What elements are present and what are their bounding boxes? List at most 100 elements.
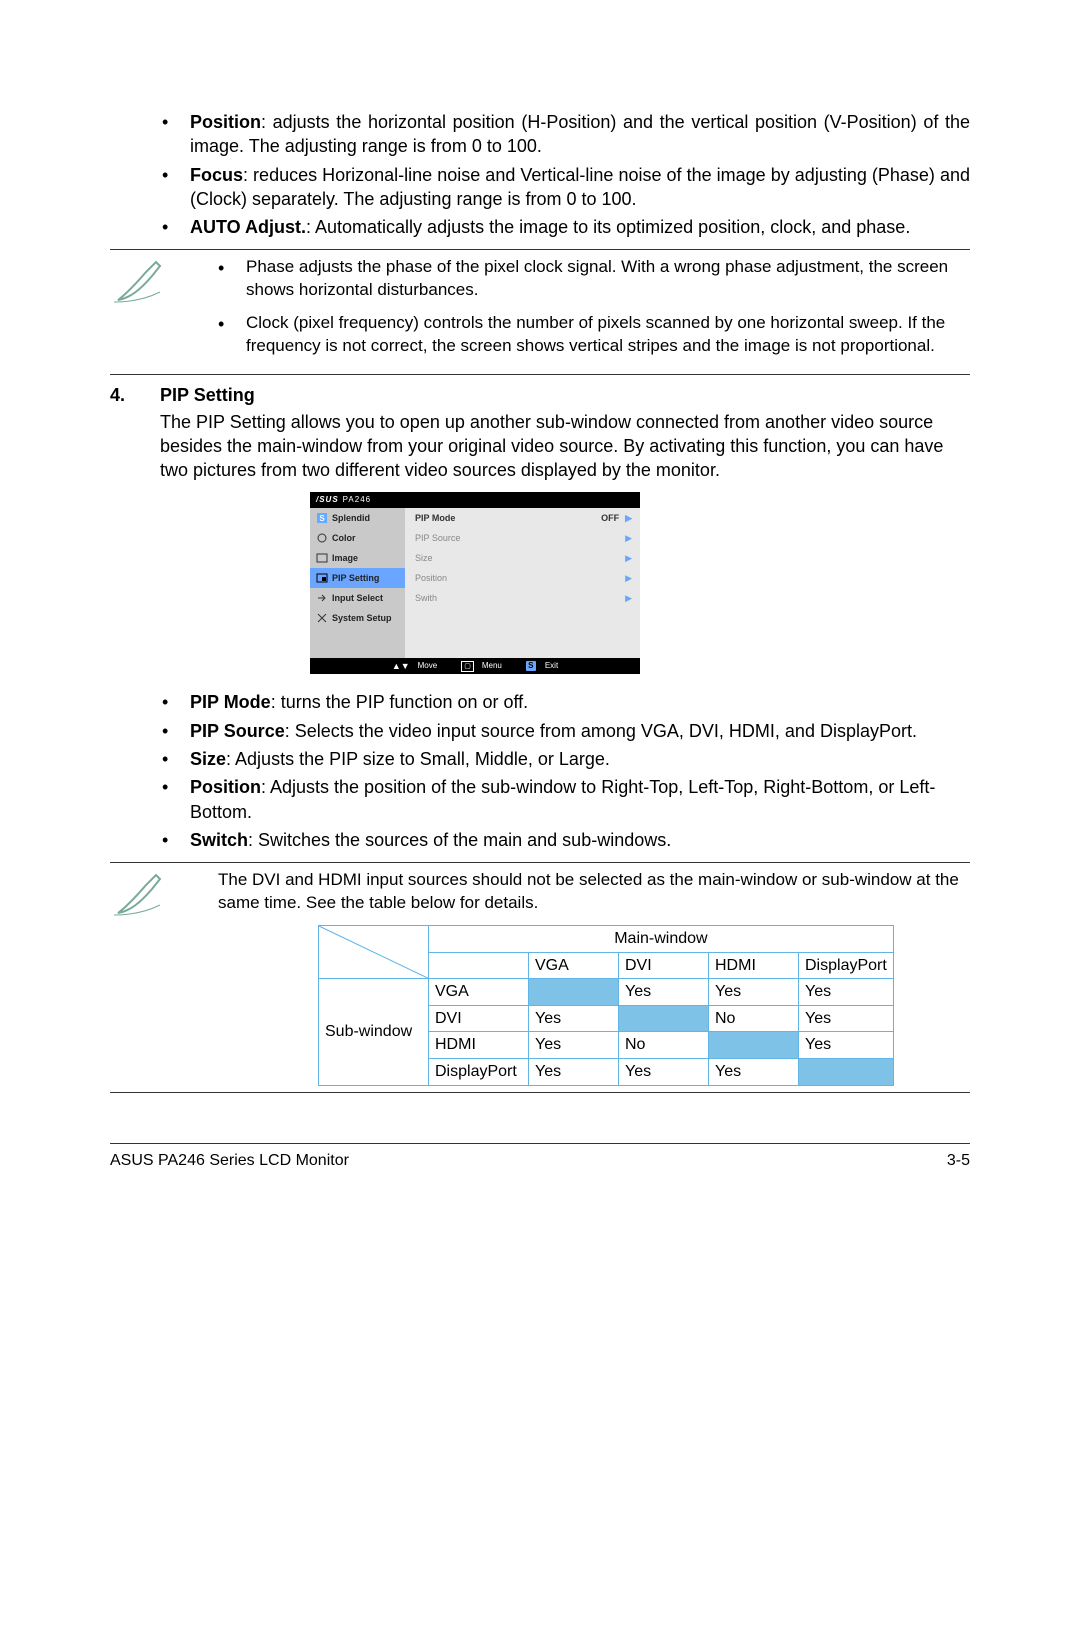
- chevron-right-icon: ▶: [625, 532, 640, 544]
- page-footer: ASUS PA246 Series LCD Monitor 3-5: [110, 1144, 970, 1172]
- table-cell: Yes: [799, 979, 894, 1006]
- table-row-header: DisplayPort: [429, 1059, 529, 1086]
- osd-right-item-switch: Swith▶: [405, 588, 640, 608]
- bullet-icon: •: [162, 215, 190, 239]
- note-block-phase-clock: • Phase adjusts the phase of the pixel c…: [110, 256, 970, 368]
- table-cell: Yes: [529, 1005, 619, 1032]
- bullet-icon: •: [162, 163, 190, 212]
- osd-left-item-splendid: SSplendid: [310, 508, 405, 528]
- bullet-icon: •: [218, 312, 246, 358]
- bullet-icon: •: [218, 256, 246, 302]
- bullet-item: •PIP Mode: turns the PIP function on or …: [162, 690, 970, 714]
- bullet-icon: •: [162, 719, 190, 743]
- footer-left: ASUS PA246 Series LCD Monitor: [110, 1150, 349, 1172]
- color-icon: [316, 532, 328, 544]
- note-text: The DVI and HDMI input sources should no…: [218, 869, 970, 915]
- osd-hint-menu: ▢Menu: [455, 661, 508, 672]
- bullet-list-image-settings: • Position: adjusts the horizontal posit…: [162, 110, 970, 239]
- bullet-text: AUTO Adjust.: Automatically adjusts the …: [190, 215, 970, 239]
- table-sub-header: Sub-window: [319, 979, 429, 1085]
- osd-titlebar: /SUS PA246: [310, 492, 640, 508]
- table-cell: Yes: [529, 1032, 619, 1059]
- osd-right-item-pip-source: PIP Source▶: [405, 528, 640, 548]
- table-main-header: Main-window: [429, 926, 894, 953]
- image-icon: [316, 552, 328, 564]
- table-col-header: VGA: [529, 952, 619, 979]
- note-block-pip-compat: The DVI and HDMI input sources should no…: [110, 869, 970, 1085]
- note-text: Clock (pixel frequency) controls the num…: [246, 312, 970, 358]
- section-pip-setting: 4. PIP Setting The PIP Setting allows yo…: [110, 383, 970, 686]
- table-cell: Yes: [799, 1032, 894, 1059]
- osd-left-menu: SSplendid Color Image PIP Setting Input …: [310, 508, 405, 658]
- bullet-item: •Size: Adjusts the PIP size to Small, Mi…: [162, 747, 970, 771]
- osd-right-panel: PIP ModeOFF▶ PIP Source▶ Size▶ Position▶…: [405, 508, 640, 658]
- osd-left-item-pip-setting: PIP Setting: [310, 568, 405, 588]
- bullet-item: • Focus: reduces Horizonal-line noise an…: [162, 163, 970, 212]
- table-cell: [529, 979, 619, 1006]
- table-cell: Yes: [799, 1005, 894, 1032]
- divider: [110, 249, 970, 250]
- chevron-right-icon: ▶: [625, 592, 640, 604]
- bullet-icon: •: [162, 775, 190, 824]
- bullet-icon: •: [162, 747, 190, 771]
- table-cell: [709, 1032, 799, 1059]
- bullet-icon: •: [162, 690, 190, 714]
- divider: [110, 1092, 970, 1093]
- section-title: PIP Setting: [160, 383, 970, 407]
- bullet-text: Position: adjusts the horizontal positio…: [190, 110, 970, 159]
- table-row-header: DVI: [429, 1005, 529, 1032]
- section-description: The PIP Setting allows you to open up an…: [160, 410, 970, 483]
- table-cell: Yes: [619, 1059, 709, 1086]
- osd-bottombar: ▲▼Move ▢Menu SExit: [310, 658, 640, 674]
- table-cell: Yes: [709, 979, 799, 1006]
- input-icon: [316, 592, 328, 604]
- divider: [110, 374, 970, 375]
- table-col-header: DVI: [619, 952, 709, 979]
- note-text: Phase adjusts the phase of the pixel clo…: [246, 256, 970, 302]
- note-item: • Phase adjusts the phase of the pixel c…: [218, 256, 970, 302]
- bullet-text: PIP Mode: turns the PIP function on or o…: [190, 690, 970, 714]
- pip-icon: [316, 572, 328, 584]
- bullet-item: •PIP Source: Selects the video input sou…: [162, 719, 970, 743]
- bullet-text: PIP Source: Selects the video input sour…: [190, 719, 970, 743]
- osd-left-item-input-select: Input Select: [310, 588, 405, 608]
- osd-left-item-system-setup: System Setup: [310, 608, 405, 628]
- svg-text:S: S: [319, 514, 325, 523]
- chevron-right-icon: ▶: [625, 512, 640, 524]
- note-item: • Clock (pixel frequency) controls the n…: [218, 312, 970, 358]
- bullet-item: •Switch: Switches the sources of the mai…: [162, 828, 970, 852]
- tools-icon: [316, 612, 328, 624]
- note-pen-icon: [110, 871, 170, 919]
- table-cell: Yes: [709, 1059, 799, 1086]
- osd-model: PA246: [343, 495, 371, 506]
- osd-figure: /SUS PA246 SSplendid Color Image PIP Set…: [310, 492, 970, 674]
- bullet-item: • Position: adjusts the horizontal posit…: [162, 110, 970, 159]
- osd-right-item-size: Size▶: [405, 548, 640, 568]
- bullet-icon: •: [162, 828, 190, 852]
- table-row-header: VGA: [429, 979, 529, 1006]
- table-col-header: HDMI: [709, 952, 799, 979]
- bullet-item: • AUTO Adjust.: Automatically adjusts th…: [162, 215, 970, 239]
- osd-right-item-position: Position▶: [405, 568, 640, 588]
- compatibility-table: Main-windowVGADVIHDMIDisplayPortSub-wind…: [318, 925, 970, 1086]
- table-row-header: HDMI: [429, 1032, 529, 1059]
- table-cell: No: [709, 1005, 799, 1032]
- section-number: 4.: [110, 383, 160, 686]
- divider: [110, 862, 970, 863]
- bullet-item: •Position: Adjusts the position of the s…: [162, 775, 970, 824]
- table-cell: Yes: [529, 1059, 619, 1086]
- chevron-right-icon: ▶: [625, 572, 640, 584]
- osd-brand: /SUS: [316, 495, 339, 506]
- table-diagonal-cell: [319, 926, 429, 979]
- note-pen-icon: [110, 258, 170, 306]
- bullet-text: Focus: reduces Horizonal-line noise and …: [190, 163, 970, 212]
- bullet-list-pip-options: •PIP Mode: turns the PIP function on or …: [162, 690, 970, 852]
- splendid-icon: S: [316, 512, 328, 524]
- bullet-icon: •: [162, 110, 190, 159]
- table-col-header: DisplayPort: [799, 952, 894, 979]
- osd-left-item-image: Image: [310, 548, 405, 568]
- bullet-text: Position: Adjusts the position of the su…: [190, 775, 970, 824]
- osd-hint-move: ▲▼Move: [386, 660, 443, 672]
- footer-right: 3-5: [947, 1150, 970, 1172]
- osd-left-item-color: Color: [310, 528, 405, 548]
